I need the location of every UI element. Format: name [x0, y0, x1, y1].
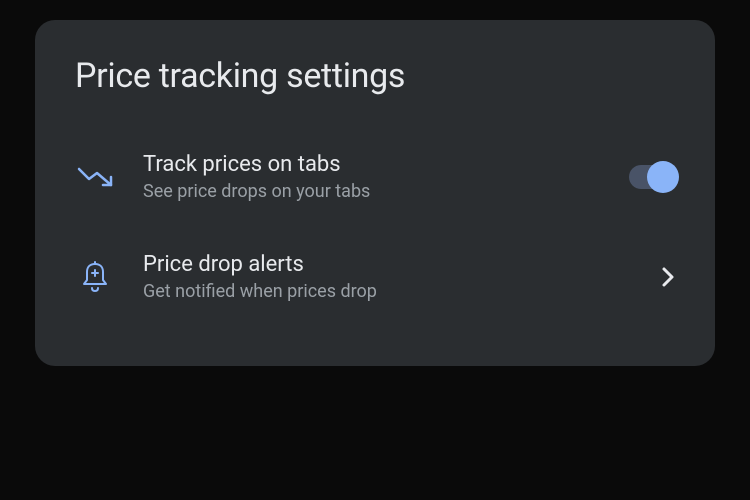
page-title: Price tracking settings [75, 56, 675, 96]
toggle-track-prices[interactable] [629, 165, 675, 189]
setting-title: Track prices on tabs [143, 152, 601, 177]
settings-card: Price tracking settings Track prices on … [35, 20, 715, 366]
setting-title: Price drop alerts [143, 252, 633, 277]
trend-down-icon [75, 165, 115, 189]
setting-subtitle: Get notified when prices drop [143, 281, 633, 302]
setting-text: Price drop alerts Get notified when pric… [143, 252, 633, 302]
setting-track-prices[interactable]: Track prices on tabs See price drops on … [75, 136, 675, 218]
setting-price-drop-alerts[interactable]: Price drop alerts Get notified when pric… [75, 236, 675, 318]
bell-add-icon [75, 261, 115, 293]
setting-subtitle: See price drops on your tabs [143, 181, 601, 202]
chevron-right-icon [661, 266, 675, 288]
setting-text: Track prices on tabs See price drops on … [143, 152, 601, 202]
